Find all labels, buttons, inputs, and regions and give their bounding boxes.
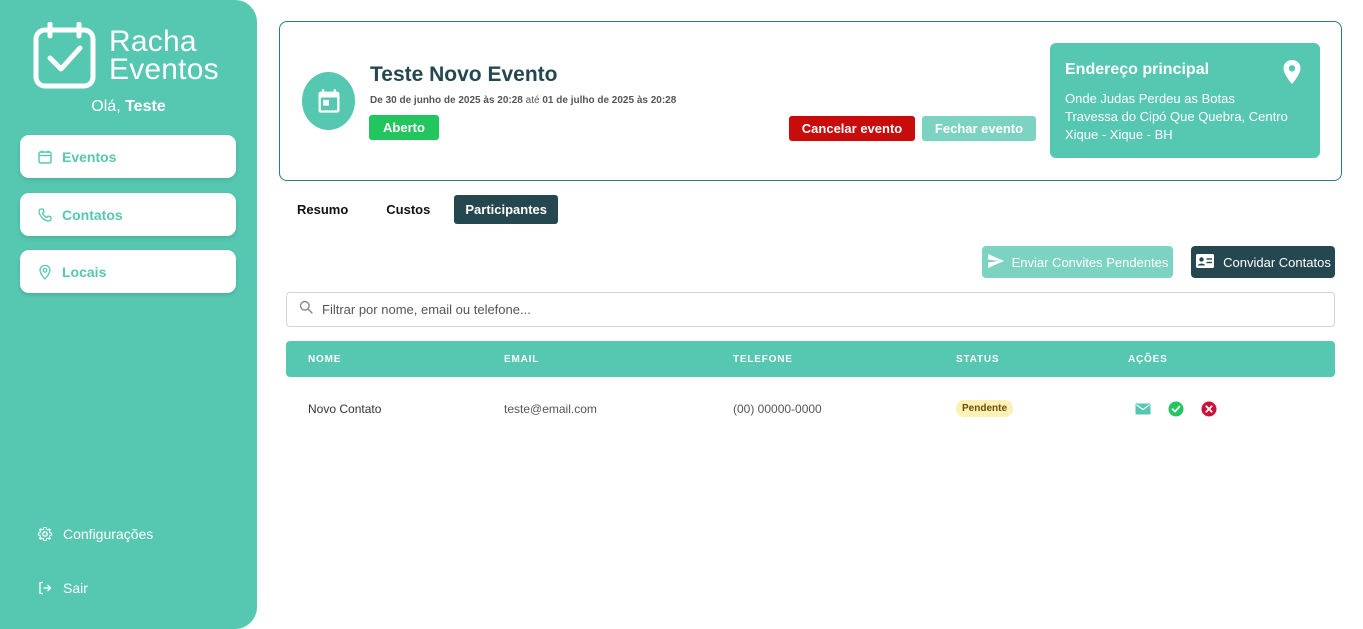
table-row: Novo Contato teste@email.com (00) 00000-…	[286, 388, 1335, 428]
tab-custos[interactable]: Custos	[375, 195, 441, 224]
address-title: Endereço principal	[1065, 61, 1210, 78]
address-line: Travessa do Cipó Que Quebra, Centro	[1065, 109, 1288, 124]
address-line: Onde Judas Perdeu as Botas	[1065, 91, 1235, 106]
contact-card-icon	[1195, 253, 1215, 272]
close-event-button[interactable]: Fechar evento	[922, 116, 1036, 141]
brand-name: Racha Eventos	[109, 25, 219, 86]
decline-x-icon[interactable]	[1201, 401, 1217, 417]
settings-link[interactable]: Configurações	[37, 526, 153, 542]
event-tabs: Resumo Custos Participantes	[286, 195, 559, 224]
address-line: Xique - Xique - BH	[1065, 127, 1173, 142]
table-header: NOME EMAIL TELEFONE STATUS AÇÕES	[286, 341, 1335, 377]
sidebar-item-eventos[interactable]: Eventos	[20, 135, 236, 178]
send-pending-label: Enviar Convites Pendentes	[1011, 254, 1169, 270]
event-title: Teste Novo Evento	[370, 63, 558, 86]
sidebar-item-label: Contatos	[62, 206, 123, 223]
participant-filter	[286, 292, 1335, 327]
search-input[interactable]	[322, 302, 1222, 317]
location-pin-icon	[37, 264, 53, 280]
logout-icon	[37, 580, 53, 596]
confirm-check-icon[interactable]	[1168, 401, 1184, 417]
gear-icon	[37, 526, 53, 542]
calendar-check-logo-icon	[33, 22, 96, 89]
sidebar-item-label: Eventos	[62, 148, 117, 165]
cancel-event-button[interactable]: Cancelar evento	[789, 116, 915, 141]
location-pin-icon	[1282, 60, 1302, 89]
send-icon	[987, 253, 1005, 272]
column-header-nome: NOME	[308, 354, 342, 365]
column-header-email: EMAIL	[504, 354, 540, 365]
status-badge: Pendente	[956, 400, 1014, 417]
column-header-acoes: AÇÕES	[1128, 354, 1168, 365]
column-header-telefone: TELEFONE	[733, 354, 793, 365]
column-header-status: STATUS	[956, 354, 1000, 365]
invite-contacts-button[interactable]: Convidar Contatos	[1191, 246, 1335, 278]
sidebar: Racha Eventos Olá, Teste Eventos Contato…	[0, 0, 257, 629]
event-card: Teste Novo Evento De 30 de junho de 2025…	[279, 21, 1342, 181]
tab-resumo[interactable]: Resumo	[286, 195, 359, 224]
calendar-icon	[37, 149, 53, 165]
search-icon	[299, 300, 313, 319]
participant-name: Novo Contato	[308, 402, 382, 416]
tab-participantes[interactable]: Participantes	[454, 195, 559, 224]
event-calendar-icon	[302, 72, 355, 130]
main-address-card: Endereço principal Onde Judas Perdeu as …	[1050, 43, 1320, 158]
participant-email: teste@email.com	[504, 402, 597, 416]
event-dates: De 30 de junho de 2025 às 20:28 até 01 d…	[370, 95, 677, 106]
phone-icon	[37, 207, 53, 223]
sidebar-item-contatos[interactable]: Contatos	[20, 193, 236, 236]
sidebar-item-locais[interactable]: Locais	[20, 250, 236, 293]
participant-phone: (00) 00000-0000	[733, 402, 822, 416]
send-pending-invites-button[interactable]: Enviar Convites Pendentes	[982, 246, 1173, 278]
email-icon[interactable]	[1135, 401, 1151, 417]
user-greeting: Olá, Teste	[91, 98, 166, 115]
invite-contacts-label: Convidar Contatos	[1223, 254, 1331, 270]
settings-label: Configurações	[63, 526, 154, 542]
logout-label: Sair	[63, 580, 88, 596]
logout-link[interactable]: Sair	[37, 580, 88, 596]
brand-logo[interactable]: Racha Eventos	[33, 22, 233, 92]
event-status-badge: Aberto	[369, 115, 439, 140]
sidebar-item-label: Locais	[62, 263, 107, 280]
